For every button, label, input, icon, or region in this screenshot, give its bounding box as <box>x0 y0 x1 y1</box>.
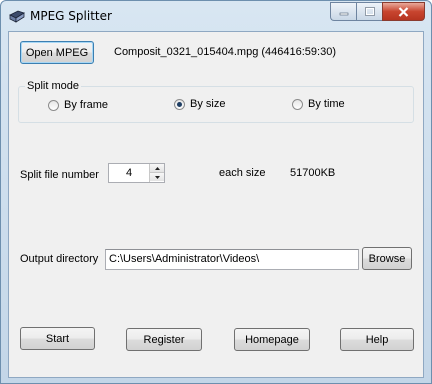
minimize-button[interactable] <box>330 2 356 21</box>
maximize-icon <box>364 7 375 16</box>
file-info-text: Composit_0321_015404.mpg (446416:59:30) <box>114 46 336 58</box>
caption-buttons <box>330 2 425 21</box>
split-mode-legend: Split mode <box>25 80 81 92</box>
open-mpeg-button[interactable]: Open MPEG <box>20 41 94 64</box>
each-size-value: 51700KB <box>290 167 336 179</box>
spin-up-button[interactable] <box>150 164 164 173</box>
help-button[interactable]: Help <box>340 328 414 351</box>
each-size-label: each size <box>219 167 266 179</box>
title-bar[interactable]: MPEG Splitter <box>1 1 431 31</box>
split-file-number-label: Split file number <box>20 169 99 181</box>
spin-up-arrow-icon <box>154 166 160 170</box>
window-title: MPEG Splitter <box>30 9 112 23</box>
mpeg-splitter-app-icon[interactable] <box>9 9 25 23</box>
start-button[interactable]: Start <box>20 327 95 350</box>
radio-by-time[interactable]: By time <box>292 98 345 110</box>
split-file-number-value[interactable]: 4 <box>109 164 149 182</box>
radio-button-selected-icon <box>174 98 185 110</box>
radio-by-frame[interactable]: By frame <box>48 99 108 111</box>
split-mode-group: Split mode By frame By size By time <box>18 80 414 123</box>
radio-button-icon <box>48 99 59 111</box>
browse-button[interactable]: Browse <box>362 247 412 270</box>
minimize-icon <box>339 12 348 15</box>
close-button[interactable] <box>382 2 425 21</box>
radio-by-time-label: By time <box>308 98 345 110</box>
dialog-client-area: Open MPEG Composit_0321_015404.mpg (4464… <box>8 31 424 378</box>
split-file-number-spinner[interactable]: 4 <box>108 163 165 183</box>
radio-by-size[interactable]: By size <box>174 98 225 110</box>
spinner-buttons <box>149 164 164 182</box>
register-button[interactable]: Register <box>126 328 202 351</box>
radio-by-size-label: By size <box>190 98 226 110</box>
radio-button-icon <box>292 98 303 110</box>
radio-by-frame-label: By frame <box>64 99 109 111</box>
output-directory-field[interactable]: C:\Users\Administrator\Videos\ <box>105 249 359 270</box>
spin-down-arrow-icon <box>154 175 160 179</box>
spin-down-button[interactable] <box>150 173 164 181</box>
mpeg-splitter-window: MPEG Splitter Open MPEG Composit_0321_01… <box>0 0 432 384</box>
homepage-button[interactable]: Homepage <box>234 328 310 351</box>
close-icon <box>398 6 409 17</box>
maximize-button[interactable] <box>356 2 382 21</box>
output-directory-label: Output directory <box>20 253 99 265</box>
